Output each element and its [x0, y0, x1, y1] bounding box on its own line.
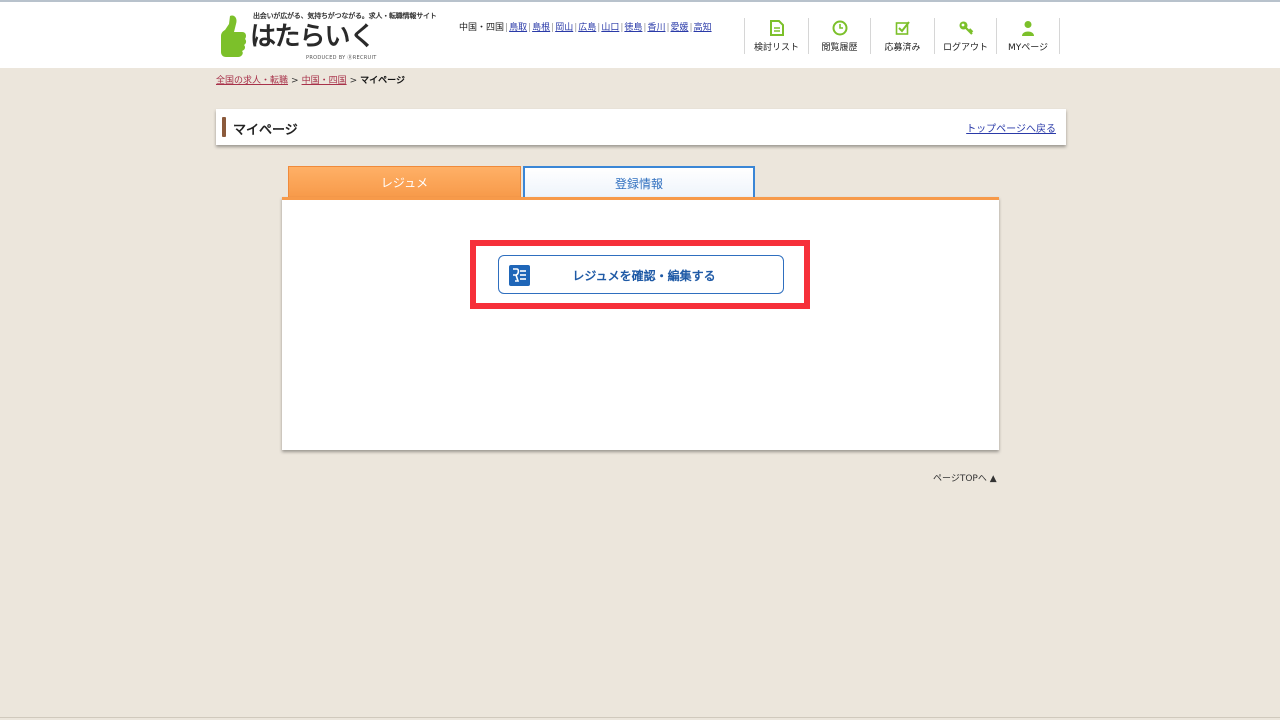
util-mypage-label: MYページ [1007, 43, 1049, 53]
site-tagline: 出会いが広がる、気持ちがつながる。求人・転職情報サイト [253, 12, 437, 20]
util-history-label: 閲覧履歴 [821, 43, 858, 53]
page-title-box: マイページ トップページへ戻る [216, 109, 1066, 145]
bottom-divider [0, 717, 1280, 718]
region-nav: 中国・四国|鳥取|島根|岡山|広島|山口|徳島|香川|愛媛|高知 [459, 23, 712, 33]
person-icon [1022, 21, 1034, 36]
region-link-okayama[interactable]: 岡山 [555, 23, 573, 33]
breadcrumb-link-region[interactable]: 中国・四国 [302, 76, 347, 86]
tab-content-panel [282, 197, 999, 450]
key-icon [959, 21, 973, 35]
util-saved-list[interactable]: 検討リスト [744, 18, 808, 54]
tab-bar: レジュメ 登録情報 [288, 166, 758, 198]
region-link-hiroshima[interactable]: 広島 [578, 23, 596, 33]
util-logout-label: ログアウト [942, 43, 988, 53]
util-saved-list-label: 検討リスト [753, 43, 799, 53]
region-link-ehime[interactable]: 愛媛 [671, 23, 689, 33]
clock-icon [832, 20, 847, 36]
util-applied-label: 応募済み [884, 43, 921, 53]
breadcrumb-link-national[interactable]: 全国の求人・転職 [216, 76, 288, 86]
resume-edit-button-label: レジュメを確認・編集する [572, 269, 716, 283]
util-logout[interactable]: ログアウト [934, 18, 996, 54]
brand-name: はたらいく [250, 22, 375, 52]
checkbox-icon [895, 21, 910, 35]
region-link-kagawa[interactable]: 香川 [647, 23, 665, 33]
breadcrumb-current: マイページ [360, 76, 405, 86]
site-header: 出会いが広がる、気持ちがつながる。求人・転職情報サイト はたらいく PRODUC… [0, 2, 1280, 68]
page-top-link[interactable]: ページTOPへ ▲ [933, 471, 997, 484]
region-label: 中国・四国 [459, 23, 505, 33]
tab-registration-info[interactable]: 登録情報 [523, 166, 755, 198]
page-title: マイページ [233, 123, 298, 138]
util-mypage[interactable]: MYページ [996, 18, 1060, 54]
produced-by: PRODUCED BY ⓇRECRUIT [306, 55, 377, 61]
region-link-shimane[interactable]: 島根 [532, 23, 550, 33]
thumbs-up-icon [221, 15, 247, 58]
breadcrumb: 全国の求人・転職 > 中国・四国 > マイページ [216, 76, 405, 86]
document-icon [769, 20, 784, 36]
region-link-tokushima[interactable]: 徳島 [624, 23, 642, 33]
back-to-top-page-link[interactable]: トップページへ戻る [966, 120, 1056, 135]
title-accent-bar [222, 117, 226, 137]
tab-resume[interactable]: レジュメ [288, 166, 521, 198]
site-logo[interactable]: 出会いが広がる、気持ちがつながる。求人・転職情報サイト はたらいく PRODUC… [216, 8, 446, 64]
region-link-yamaguchi[interactable]: 山口 [601, 23, 619, 33]
region-link-kochi[interactable]: 高知 [694, 23, 712, 33]
utility-nav: 検討リスト 閲覧履歴 応募済み ログアウト MYページ [744, 18, 1060, 56]
util-applied[interactable]: 応募済み [870, 18, 934, 54]
region-link-tottori[interactable]: 鳥取 [509, 23, 527, 33]
util-history[interactable]: 閲覧履歴 [808, 18, 870, 54]
resume-edit-button[interactable]: レジュメを確認・編集する [498, 255, 784, 294]
